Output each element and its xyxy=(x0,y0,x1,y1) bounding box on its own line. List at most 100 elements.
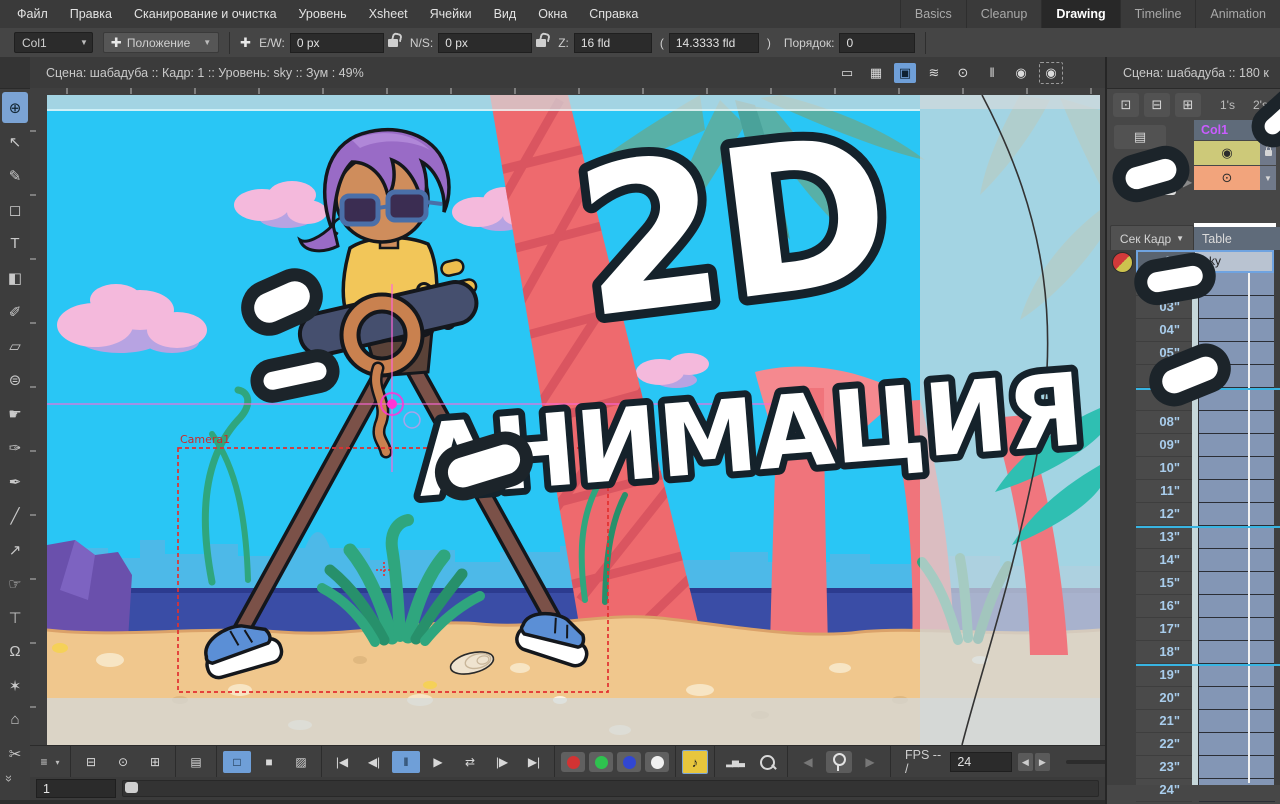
xsheet-cell[interactable] xyxy=(1199,526,1275,549)
subcamera-preview-icon[interactable]: ◉ xyxy=(1039,62,1063,84)
next-key-button[interactable]: ▶ xyxy=(856,751,884,773)
sec-frame-select[interactable]: Сек Кадр▼ xyxy=(1110,225,1194,252)
frame-slider-knob[interactable] xyxy=(125,782,138,793)
style-picker-tool[interactable]: ✑ xyxy=(2,432,28,463)
menu-item[interactable]: Справка xyxy=(578,0,649,28)
frame-row-label[interactable]: 13" xyxy=(1136,526,1192,549)
orientation-toggle-icon[interactable]: ⊡ xyxy=(1113,93,1139,117)
lock-icon[interactable] xyxy=(536,39,546,47)
xsheet-cell[interactable] xyxy=(1199,549,1275,572)
xsheet-cell[interactable] xyxy=(1199,319,1275,342)
viewer-menu-button[interactable]: ≡▾ xyxy=(36,751,64,773)
rgb-picker-tool[interactable]: ✒ xyxy=(2,466,28,497)
level-color-chip[interactable] xyxy=(1112,252,1133,273)
room-tab[interactable]: Drawing xyxy=(1041,0,1119,28)
cutter-tool[interactable]: ✂ xyxy=(2,738,28,769)
frame-row-label[interactable]: 20" xyxy=(1136,687,1192,710)
level-strip-icon[interactable]: ⊟ xyxy=(1144,93,1170,117)
frame-row-label[interactable]: 19" xyxy=(1136,664,1192,687)
ns-field[interactable]: 0 px xyxy=(438,33,532,53)
xsheet-cell[interactable] xyxy=(1199,572,1275,595)
xsheet-cell[interactable] xyxy=(1199,503,1275,526)
frame-row-label[interactable]: 14" xyxy=(1136,549,1192,572)
last-frame-button[interactable]: ▶| xyxy=(520,751,548,773)
xsheet-cell[interactable] xyxy=(1199,779,1275,802)
room-tab[interactable]: Timeline xyxy=(1120,0,1196,28)
menu-item[interactable]: Ячейки xyxy=(419,0,483,28)
menu-item[interactable]: Вид xyxy=(483,0,528,28)
xsheet-cell[interactable] xyxy=(1199,710,1275,733)
viewer-canvas[interactable]: Camera1 2D АНИМАЦИЯ xyxy=(30,88,1105,745)
compare-button[interactable]: ⊞ xyxy=(141,751,169,773)
sound-button[interactable]: ♪ xyxy=(682,750,708,774)
xsheet-cell[interactable] xyxy=(1199,457,1275,480)
menu-item[interactable]: Правка xyxy=(59,0,123,28)
xsheet-cell[interactable] xyxy=(1199,756,1275,779)
xsheet-cell[interactable] xyxy=(1199,733,1275,756)
type-tool[interactable]: T xyxy=(2,228,28,259)
column-config-button[interactable]: ▼ xyxy=(1260,166,1276,190)
rotate-tool[interactable]: ☞ xyxy=(2,568,28,599)
prev-key-button[interactable]: ◀ xyxy=(794,751,822,773)
table-tab[interactable]: Table xyxy=(1194,227,1280,250)
frame-row-label[interactable]: 09" xyxy=(1136,434,1192,457)
mode-select[interactable]: ✚ Положение ▼ xyxy=(103,32,219,53)
toolbar-expand-icon[interactable]: « xyxy=(0,775,15,782)
frame-row-label[interactable]: 04" xyxy=(1136,319,1192,342)
lock-icon[interactable] xyxy=(388,39,398,47)
frame-row-label[interactable]: 15" xyxy=(1136,572,1192,595)
z-depth-field[interactable]: 14.3333 fld xyxy=(669,33,759,53)
room-tab[interactable]: Animation xyxy=(1195,0,1280,28)
frame-row-label[interactable]: 16" xyxy=(1136,595,1192,618)
selection-tool[interactable]: ↖ xyxy=(2,126,28,157)
loop-button[interactable]: ⇄ xyxy=(456,751,484,773)
green-channel-button[interactable] xyxy=(589,752,613,772)
preview-camera-button[interactable]: ▤ xyxy=(182,751,210,773)
xsheet-cell[interactable] xyxy=(1199,434,1275,457)
z-field[interactable]: 16 fld xyxy=(574,33,652,53)
camera-view-icon[interactable]: ▭ xyxy=(836,63,858,83)
column-visibility-toggle[interactable]: ◉ xyxy=(1194,141,1260,165)
pump-tool[interactable]: ⊤ xyxy=(2,602,28,633)
ew-field[interactable]: 0 px xyxy=(290,33,384,53)
menu-item[interactable]: Окна xyxy=(527,0,578,28)
xsheet-cell[interactable] xyxy=(1199,296,1275,319)
checker-background-button[interactable]: ▨ xyxy=(287,751,315,773)
zoom-button[interactable] xyxy=(753,751,781,773)
save-button[interactable]: ⊟ xyxy=(77,751,105,773)
frame-slider[interactable] xyxy=(122,780,1099,797)
eraser-tool[interactable]: ▱ xyxy=(2,330,28,361)
histogram-button[interactable]: ▂▅▃ xyxy=(721,751,749,773)
grid-icon[interactable]: ▦ xyxy=(865,63,887,83)
room-tab[interactable]: Basics xyxy=(900,0,966,28)
frame-row-label[interactable]: 18" xyxy=(1136,641,1192,664)
brush-tool[interactable]: ✎ xyxy=(2,160,28,191)
fps-field[interactable]: 24 xyxy=(950,752,1011,772)
camera-icon[interactable]: ⊙ xyxy=(952,63,974,83)
frame-row-label[interactable]: 12" xyxy=(1136,503,1192,526)
red-channel-button[interactable] xyxy=(561,752,585,772)
play-button[interactable]: ▶ xyxy=(424,751,452,773)
menu-item[interactable]: Сканирование и очистка xyxy=(123,0,288,28)
first-frame-button[interactable]: |◀ xyxy=(328,751,356,773)
column-select[interactable]: Col1 ▼ xyxy=(14,32,93,53)
paint-brush-tool[interactable]: ✐ xyxy=(2,296,28,327)
iron-tool[interactable]: ⌂ xyxy=(2,704,28,735)
animate-tool[interactable]: ⊕ xyxy=(2,92,28,123)
fill-tool[interactable]: ◧ xyxy=(2,262,28,293)
xsheet-cell[interactable] xyxy=(1199,595,1275,618)
column-camstand-toggle[interactable]: ⊙ xyxy=(1194,166,1260,190)
xsheet-cell[interactable] xyxy=(1199,664,1275,687)
layer-header-toggle[interactable]: ▤ xyxy=(1114,125,1166,149)
room-tab[interactable]: Cleanup xyxy=(966,0,1042,28)
frame-row-label[interactable]: 11" xyxy=(1136,480,1192,503)
magnet-tool[interactable]: Ω xyxy=(2,636,28,667)
set-key-button[interactable] xyxy=(826,751,852,773)
fps-increase-button[interactable]: ▶ xyxy=(1035,753,1050,771)
finger-tool[interactable]: ☛ xyxy=(2,398,28,429)
camstand-view-icon[interactable]: ▣ xyxy=(894,63,916,83)
tape-tool[interactable]: ⊜ xyxy=(2,364,28,395)
ruler-tool[interactable]: ╱ xyxy=(2,500,28,531)
xsheet-cell[interactable] xyxy=(1199,480,1275,503)
frame-row-label[interactable]: 23" xyxy=(1136,756,1192,779)
